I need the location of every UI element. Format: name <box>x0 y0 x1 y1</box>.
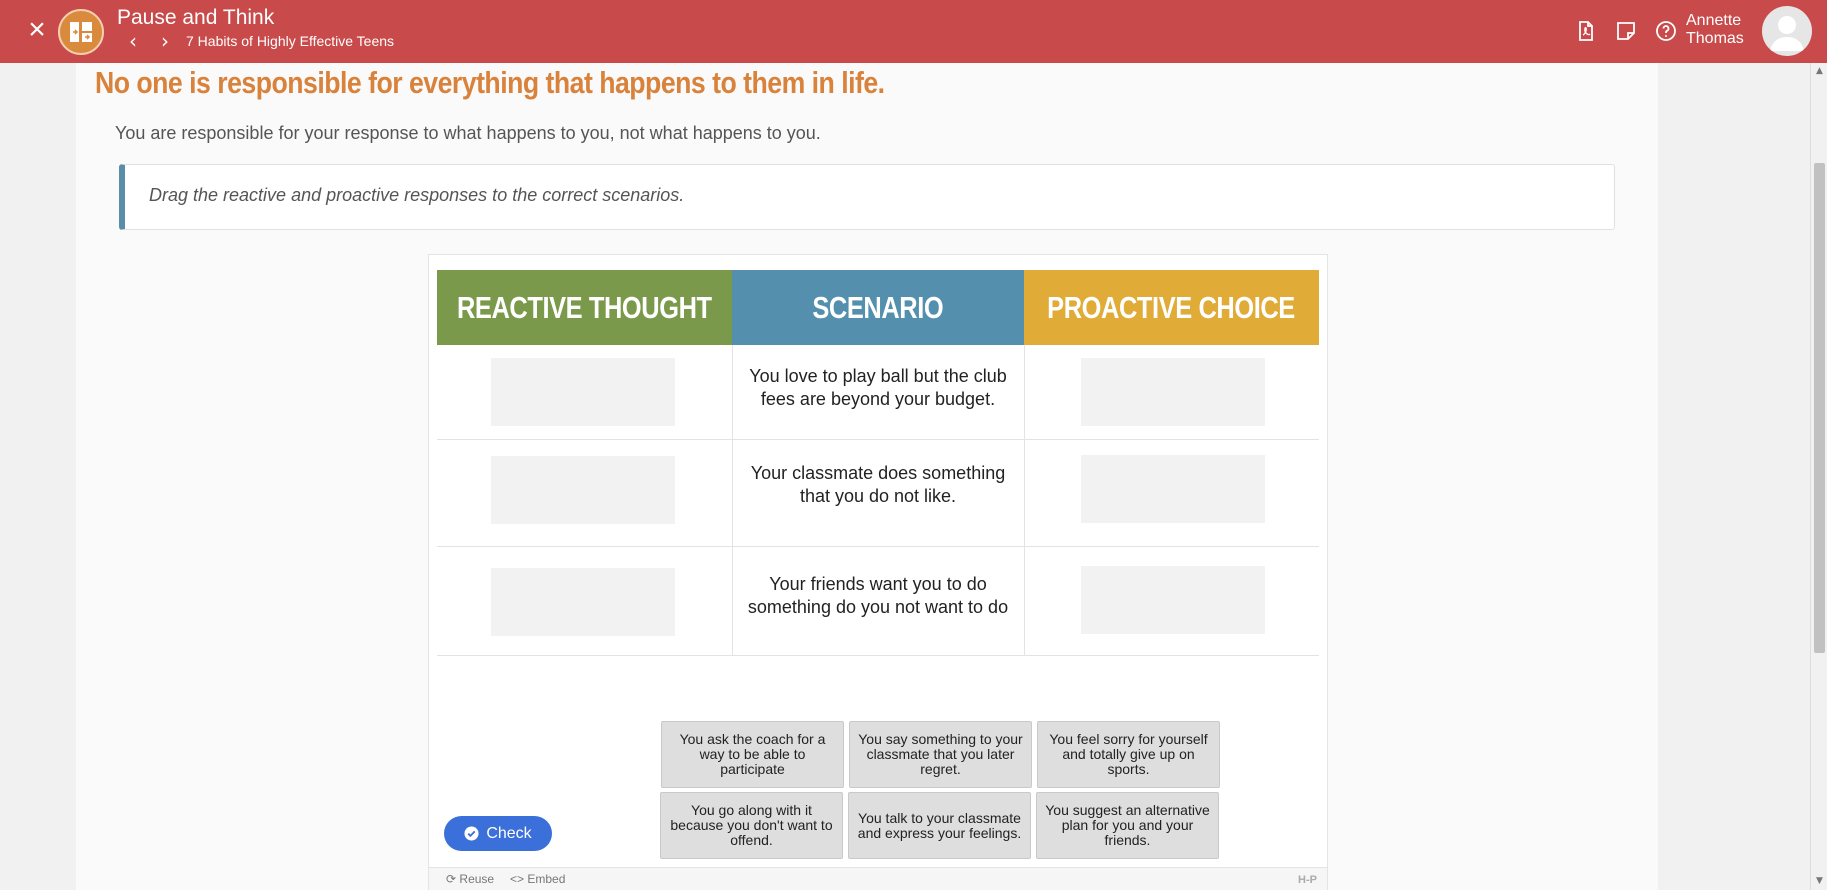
column-divider <box>1024 345 1025 655</box>
draggable-response[interactable]: You talk to your classmate and express y… <box>848 792 1031 859</box>
instruction-box: Drag the reactive and proactive response… <box>119 164 1615 230</box>
h5p-logo: H-P <box>1298 874 1317 886</box>
proactive-dropzone-3[interactable] <box>1081 566 1265 634</box>
reactive-thought-header: REACTIVE THOUGHT <box>437 270 732 345</box>
row-divider <box>437 546 1319 547</box>
reuse-label: Reuse <box>459 872 495 886</box>
help-icon[interactable] <box>1654 19 1678 43</box>
avatar[interactable] <box>1762 6 1812 56</box>
next-page-icon[interactable]: › <box>156 31 174 51</box>
course-title[interactable]: 7 Habits of Highly Effective Teens <box>186 33 394 49</box>
proactive-choice-header: PROACTIVE CHOICE <box>1024 270 1319 345</box>
scenario-3: Your friends want you to do something do… <box>747 574 1009 617</box>
draggable-response[interactable]: You ask the coach for a way to be able t… <box>661 721 844 788</box>
user-last-name: Thomas <box>1686 30 1744 47</box>
scroll-thumb[interactable] <box>1814 163 1825 653</box>
draggable-response[interactable]: You suggest an alternative plan for you … <box>1036 792 1219 859</box>
scenario-label: SCENARIO <box>812 289 944 325</box>
scenario-header: SCENARIO <box>732 270 1024 345</box>
course-logo-icon <box>58 9 104 55</box>
check-label: Check <box>486 824 532 842</box>
user-first-name: Annette <box>1686 12 1742 29</box>
scroll-down-icon[interactable]: ▼ <box>1815 877 1824 886</box>
scenario-1: You love to play ball but the club fees … <box>749 366 1007 409</box>
embed-icon: <> <box>510 872 525 886</box>
check-circle-icon <box>464 826 479 841</box>
instruction-text: Drag the reactive and proactive response… <box>149 185 685 205</box>
draggable-response[interactable]: You go along with it because you don't w… <box>660 792 843 859</box>
reuse-button[interactable]: ⟳ Reuse <box>446 872 494 886</box>
proactive-dropzone-2[interactable] <box>1081 455 1265 523</box>
proactive-dropzone-1[interactable] <box>1081 358 1265 426</box>
check-button[interactable]: Check <box>444 816 552 851</box>
previous-page-icon[interactable]: ‹ <box>124 31 142 51</box>
page-title: Pause and Think <box>117 6 275 29</box>
draggable-response[interactable]: You say something to your classmate that… <box>849 721 1032 788</box>
reactive-dropzone-1[interactable] <box>491 358 675 426</box>
scenario-2: Your classmate does something that you d… <box>750 463 1006 506</box>
pdf-icon[interactable] <box>1574 19 1598 43</box>
user-name[interactable]: Annette Thomas <box>1686 12 1744 48</box>
notes-icon[interactable] <box>1614 19 1638 43</box>
headline: No one is responsible for everything tha… <box>95 65 885 100</box>
row-divider <box>437 655 1319 656</box>
close-icon[interactable]: × <box>22 15 52 46</box>
reactive-dropzone-3[interactable] <box>491 568 675 636</box>
reactive-thought-label: REACTIVE THOUGHT <box>457 289 712 325</box>
scrollbar[interactable]: ▲ ▼ <box>1810 63 1827 890</box>
top-bar: × Pause and Think ‹ › 7 Habits of Highly… <box>0 0 1827 63</box>
embed-label: Embed <box>527 872 566 886</box>
column-divider <box>732 345 733 655</box>
embed-button[interactable]: <> Embed <box>510 872 565 886</box>
row-divider <box>437 439 1319 440</box>
h5p-footer: ⟳ Reuse <> Embed H-P <box>429 868 1327 890</box>
proactive-choice-label: PROACTIVE CHOICE <box>1047 289 1296 325</box>
content-area: No one is responsible for everything tha… <box>76 63 1658 890</box>
reuse-icon: ⟳ <box>446 872 457 886</box>
reactive-dropzone-2[interactable] <box>491 456 675 524</box>
scroll-up-icon[interactable]: ▲ <box>1815 67 1824 76</box>
drag-and-drop-activity: REACTIVE THOUGHT SCENARIO PROACTIVE CHOI… <box>428 254 1328 890</box>
draggable-response[interactable]: You feel sorry for yourself and totally … <box>1037 721 1220 788</box>
subheading: You are responsible for your response to… <box>115 123 821 143</box>
